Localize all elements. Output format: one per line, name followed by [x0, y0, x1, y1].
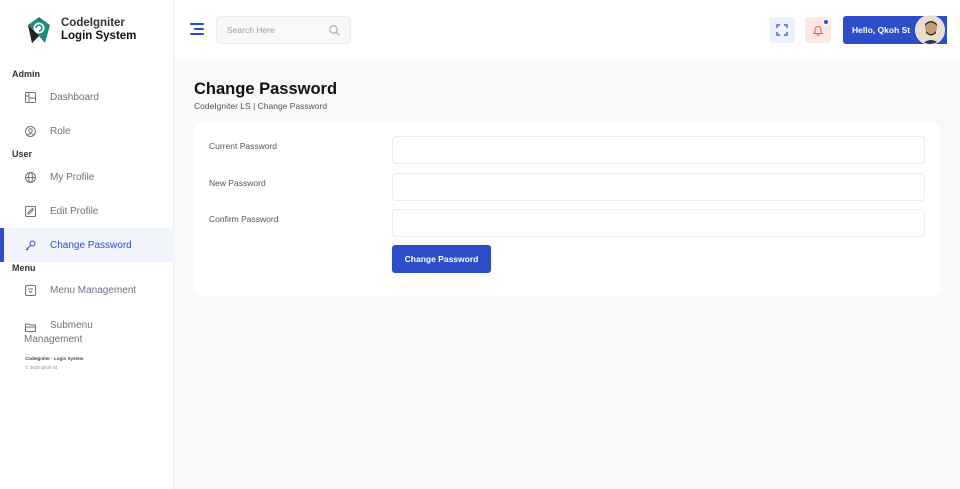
page-title: Change Password — [194, 80, 338, 98]
notifications-button[interactable] — [805, 17, 831, 43]
sidebar-item-label: Role — [50, 125, 71, 137]
sidebar-item-my-profile[interactable]: My Profile — [0, 160, 174, 194]
sidebar-item-label: Dashboard — [50, 91, 99, 103]
sidebar-item-edit-profile[interactable]: Edit Profile — [0, 194, 174, 228]
edit-icon — [24, 205, 36, 217]
section-user: User — [12, 149, 33, 159]
avatar[interactable] — [915, 15, 945, 45]
globe-icon — [24, 171, 36, 183]
sidebar: CodeIgniter Login System Admin Dashboard… — [0, 0, 174, 489]
sidebar-item-role[interactable]: Role — [0, 114, 174, 148]
notification-dot — [823, 19, 829, 25]
dashboard-icon — [24, 91, 36, 103]
current-password-input[interactable] — [392, 136, 925, 164]
search-icon[interactable] — [329, 25, 340, 36]
brand-name: CodeIgniter — [61, 17, 125, 29]
fullscreen-icon — [776, 24, 788, 36]
change-password-card: Current Password New Password Confirm Pa… — [194, 122, 940, 296]
brand-subtitle: Login System — [61, 30, 137, 42]
sidebar-item-label: Submenu Management — [24, 320, 93, 345]
folder-icon — [24, 321, 36, 333]
section-admin: Admin — [12, 69, 40, 79]
footer-copyright: © 2020 Qkoh St — [25, 365, 58, 370]
sidebar-item-label: Change Password — [50, 239, 132, 251]
topbar: Hello, Qkoh St — [174, 0, 960, 60]
menu-icon — [24, 284, 36, 296]
hamburger-menu-icon[interactable] — [190, 23, 204, 35]
key-icon — [24, 239, 36, 251]
search-input[interactable] — [227, 25, 327, 35]
change-password-button[interactable]: Change Password — [392, 245, 491, 273]
sidebar-item-dashboard[interactable]: Dashboard — [0, 80, 174, 114]
sidebar-item-change-password[interactable]: Change Password — [0, 228, 174, 262]
new-password-label: New Password — [209, 178, 266, 188]
sidebar-item-submenu-management[interactable]: Submenu Management — [0, 314, 174, 354]
sidebar-item-label: Edit Profile — [50, 205, 99, 217]
sidebar-item-menu-management[interactable]: Menu Management — [0, 273, 174, 307]
role-icon — [24, 125, 36, 137]
bell-icon — [812, 26, 824, 36]
sidebar-item-label: My Profile — [50, 171, 95, 183]
confirm-password-input[interactable] — [392, 209, 925, 237]
section-menu: Menu — [12, 263, 36, 273]
new-password-input[interactable] — [392, 173, 925, 201]
current-password-label: Current Password — [209, 141, 278, 151]
fullscreen-button[interactable] — [769, 17, 795, 43]
user-greeting: Hello, Qkoh St — [852, 25, 911, 35]
footer-title: CodeIgniter - Login System — [25, 356, 84, 361]
breadcrumb: CodeIgniter LS | Change Password — [194, 101, 328, 111]
confirm-password-label: Confirm Password — [209, 214, 279, 224]
brand-logo-icon — [28, 17, 50, 43]
search-box — [216, 16, 351, 44]
brand[interactable]: CodeIgniter Login System — [27, 16, 136, 44]
sidebar-item-label: Menu Management — [50, 284, 137, 296]
